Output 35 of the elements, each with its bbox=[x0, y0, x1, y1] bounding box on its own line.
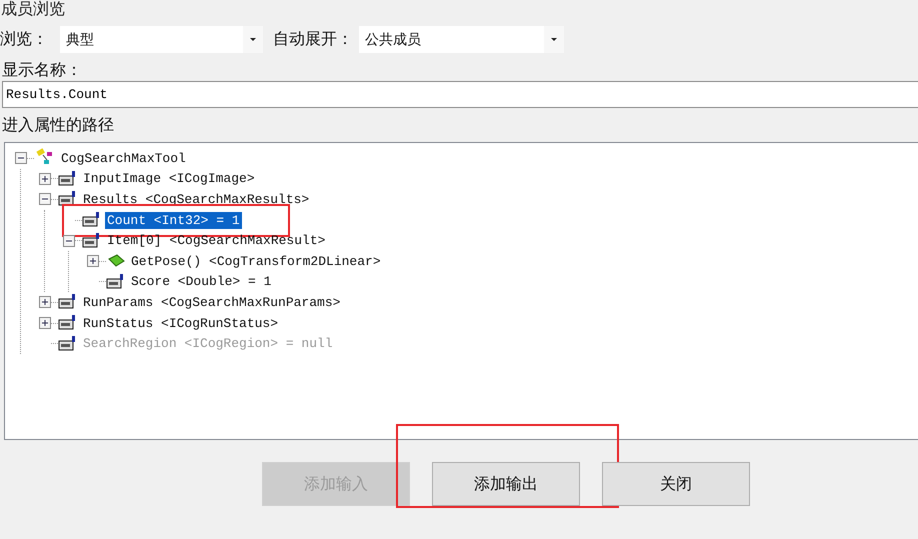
property-icon bbox=[58, 294, 78, 310]
collapse-icon[interactable] bbox=[15, 152, 27, 164]
property-icon bbox=[106, 274, 126, 290]
display-name-label: 显示名称： bbox=[2, 61, 83, 79]
auto-expand-dropdown[interactable]: 公共成员 bbox=[359, 26, 564, 53]
dialog-button[interactable]: 添加输出 bbox=[432, 462, 580, 506]
tree-item[interactable]: RunParams <CogSearchMaxRunParams> bbox=[81, 294, 342, 311]
property-icon bbox=[58, 315, 78, 332]
method-icon bbox=[106, 253, 126, 270]
tree-item[interactable]: CogSearchMaxTool bbox=[59, 150, 188, 167]
expand-icon[interactable] bbox=[39, 296, 51, 308]
property-icon bbox=[82, 212, 102, 228]
expand-icon[interactable] bbox=[87, 255, 99, 268]
display-name-field[interactable]: Results.Count bbox=[2, 81, 918, 108]
browse-dropdown[interactable]: 典型 bbox=[60, 26, 263, 53]
collapse-icon[interactable] bbox=[63, 234, 75, 247]
window-title: 成员浏览 bbox=[1, 0, 66, 18]
property-icon bbox=[82, 232, 102, 249]
tree-item[interactable]: InputImage <ICogImage> bbox=[81, 170, 257, 188]
tree-item[interactable]: RunStatus <ICogRunStatus> bbox=[81, 314, 280, 332]
property-icon bbox=[58, 170, 78, 187]
property-icon bbox=[58, 191, 78, 208]
expand-icon[interactable] bbox=[39, 172, 51, 185]
dialog-button[interactable]: 关闭 bbox=[602, 462, 750, 506]
property-icon bbox=[58, 336, 78, 352]
expand-icon[interactable] bbox=[39, 317, 51, 330]
auto-expand-label: 自动展开： bbox=[273, 29, 353, 50]
tree-item[interactable]: GetPose() <CogTransform2DLinear> bbox=[129, 252, 383, 270]
tree-item[interactable]: Item[0] <CogSearchMaxResult> bbox=[105, 232, 328, 250]
path-label: 进入属性的路径 bbox=[2, 116, 115, 134]
tree-item[interactable]: Results <CogSearchMaxResults> bbox=[81, 190, 312, 208]
tree-item[interactable]: Count <Int32> = 1 bbox=[105, 212, 242, 229]
browse-label: 浏览： bbox=[0, 29, 48, 50]
collapse-icon[interactable] bbox=[39, 193, 51, 206]
tree-item[interactable]: Score <Double> = 1 bbox=[129, 273, 274, 290]
